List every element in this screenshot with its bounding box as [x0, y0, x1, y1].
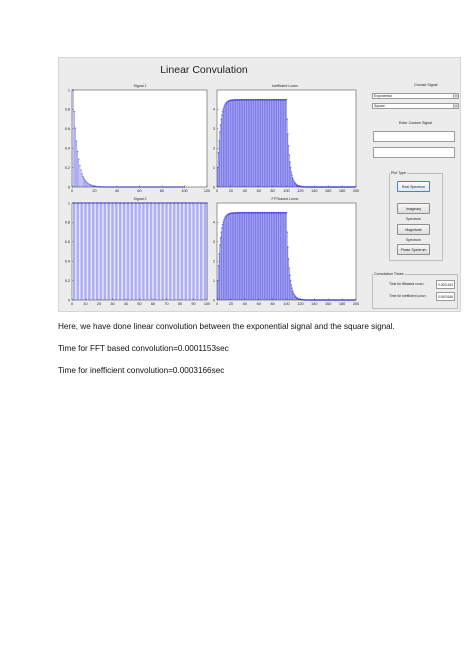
custom-signal-label: Enter Custom Signal	[399, 121, 432, 125]
x-tick-label: 180	[339, 302, 345, 306]
x-tick-label: 80	[160, 189, 164, 193]
x-tick-label: 120	[297, 189, 303, 193]
x-tick-label: 80	[270, 189, 274, 193]
x-tick-label: 90	[191, 302, 195, 306]
x-tick-label: 0	[71, 302, 73, 306]
x-tick-label: 10	[83, 302, 87, 306]
paragraph-inefficient-time: Time for inefficient convolution=0.00031…	[58, 366, 225, 375]
x-tick-label: 80	[178, 302, 182, 306]
x-tick-label: 20	[92, 189, 96, 193]
x-tick-label: 120	[297, 302, 303, 306]
plot-area	[71, 89, 208, 188]
x-tick-label: 70	[164, 302, 168, 306]
x-tick-label: 0	[71, 189, 73, 193]
x-tick-label: 40	[243, 302, 247, 306]
x-tick-label: 160	[325, 302, 331, 306]
custom-signal-input-2[interactable]	[373, 147, 455, 158]
paragraph-description: Here, we have done linear convolution be…	[58, 322, 395, 331]
x-tick-label: 200	[353, 189, 359, 193]
y-tick-label: 3	[213, 240, 215, 244]
x-tick-label: 100	[283, 189, 289, 193]
signal1-dropdown[interactable]: Exponential ▾	[372, 93, 459, 99]
y-tick-label: 0	[68, 298, 70, 302]
y-tick-label: 0.4	[65, 260, 70, 264]
y-tick-label: 4	[213, 221, 215, 225]
y-tick-label: 0	[213, 298, 215, 302]
x-tick-label: 40	[115, 189, 119, 193]
conv-times-label: Convulation Times	[373, 272, 405, 276]
x-tick-label: 20	[229, 189, 233, 193]
y-tick-label: 0	[68, 185, 70, 189]
signal2-dropdown-value: Square	[374, 104, 385, 108]
y-tick-label: 0.8	[65, 221, 70, 225]
magnitude-spectrum-button[interactable]: Magnitude Spectrum	[397, 224, 430, 242]
conv-times-panel: Convulation Times	[372, 272, 458, 309]
x-tick-label: 40	[243, 189, 247, 193]
fft-time-label: Time for fftbased conv=	[389, 282, 425, 286]
x-tick-label: 40	[124, 302, 128, 306]
real-spectrum-button[interactable]: Real Spectrum	[397, 181, 430, 192]
chevron-down-icon: ▾	[453, 94, 458, 98]
y-tick-label: 0.4	[65, 147, 70, 151]
x-tick-label: 140	[311, 189, 317, 193]
x-tick-label: 50	[137, 302, 141, 306]
plot-type-label: Plot Type	[390, 171, 407, 175]
x-tick-label: 60	[137, 189, 141, 193]
x-tick-label: 60	[257, 189, 261, 193]
imaginary-spectrum-button[interactable]: Imaginary Spectrum	[397, 203, 430, 221]
y-tick-label: 1	[68, 201, 70, 205]
x-tick-label: 20	[229, 302, 233, 306]
y-tick-label: 4	[213, 108, 215, 112]
x-tick-label: 200	[353, 302, 359, 306]
fft-conv-plot: 0 20 40 60 80 100 120 140 160 180 200 0 1 2 3 4	[213, 202, 359, 306]
choose-signal-label: Choose Signal	[414, 83, 438, 87]
signal2-dropdown[interactable]: Square ▾	[372, 103, 459, 109]
y-tick-label: 0	[213, 185, 215, 189]
gui-window: Linear Convulation Signal 1 Inefficient …	[58, 57, 461, 312]
x-tick-label: 140	[311, 302, 317, 306]
y-tick-label: 0.6	[65, 240, 70, 244]
x-tick-label: 30	[110, 302, 114, 306]
y-tick-label: 1	[213, 279, 215, 283]
y-tick-label: 0.6	[65, 127, 70, 131]
x-tick-label: 60	[257, 302, 261, 306]
x-tick-label: 80	[270, 302, 274, 306]
signal2-plot: 0 10 20 30 40 50 60 70 80 90 10000.20.40.60.81	[65, 201, 210, 306]
y-tick-label: 0.2	[65, 279, 70, 283]
x-tick-label: 180	[339, 189, 345, 193]
y-tick-label: 1	[213, 166, 215, 170]
y-tick-label: 1	[68, 88, 70, 92]
chevron-down-icon: ▾	[453, 104, 458, 108]
inefficient-time-value: 0.0003166	[436, 292, 455, 301]
y-tick-label: 3	[213, 127, 215, 131]
x-tick-label: 160	[325, 189, 331, 193]
x-tick-label: 0	[216, 302, 218, 306]
x-tick-label: 20	[97, 302, 101, 306]
paragraph-fft-time: Time for FFT based convolution=0.0001153…	[58, 344, 229, 353]
inefficient-time-label: Time for inefficient conv=	[389, 294, 427, 298]
x-tick-label: 0	[216, 189, 218, 193]
y-tick-label: 0.2	[65, 166, 70, 170]
y-tick-label: 2	[213, 260, 215, 264]
y-tick-label: 0.8	[65, 108, 70, 112]
signal1-dropdown-value: Exponential	[374, 94, 392, 98]
gui-title: Linear Convulation	[160, 64, 248, 76]
x-tick-label: 100	[283, 302, 289, 306]
y-tick-label: 2	[213, 147, 215, 151]
signal1-plot: 0 20 40 60 80 100 12000.20.40.60.81	[65, 88, 210, 193]
phase-spectrum-button[interactable]: Phase Spectrum	[397, 244, 430, 255]
x-tick-label: 60	[151, 302, 155, 306]
fft-time-value: 0.0001153	[436, 280, 455, 289]
inefficient-conv-plot: 0 20 40 60 80 100 120 140 160 180 200 0 1 2 3 4	[213, 89, 359, 193]
x-tick-label: 100	[181, 189, 187, 193]
custom-signal-input-1[interactable]	[373, 131, 455, 142]
